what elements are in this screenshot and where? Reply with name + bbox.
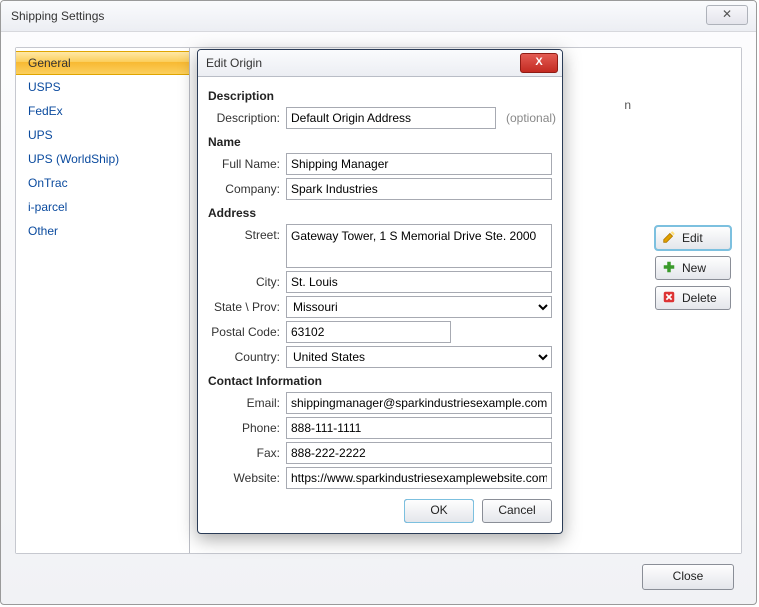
dialog-title: Edit Origin: [206, 56, 262, 70]
sidebar-item-ups-worldship[interactable]: UPS (WorldShip): [16, 147, 189, 171]
postal-label: Postal Code:: [208, 325, 280, 339]
optional-text: (optional): [506, 111, 556, 125]
company-label: Company:: [208, 182, 280, 196]
sidebar-item-other[interactable]: Other: [16, 219, 189, 243]
email-input[interactable]: [286, 392, 552, 414]
new-button-label: New: [682, 261, 706, 275]
sidebar-item-fedex[interactable]: FedEx: [16, 99, 189, 123]
description-input[interactable]: [286, 107, 496, 129]
email-label: Email:: [208, 396, 280, 410]
edit-button-label: Edit: [682, 231, 703, 245]
delete-icon: [662, 290, 676, 307]
plus-icon: [662, 260, 676, 277]
cancel-button[interactable]: Cancel: [482, 499, 552, 523]
city-input[interactable]: [286, 271, 552, 293]
sidebar-item-general[interactable]: General: [16, 51, 189, 75]
postal-input[interactable]: [286, 321, 451, 343]
sidebar: General USPS FedEx UPS UPS (WorldShip) O…: [16, 48, 190, 553]
company-input[interactable]: [286, 178, 552, 200]
ok-button[interactable]: OK: [404, 499, 474, 523]
city-label: City:: [208, 275, 280, 289]
section-description-title: Description: [208, 89, 552, 103]
sidebar-item-ups[interactable]: UPS: [16, 123, 189, 147]
delete-button-label: Delete: [682, 291, 717, 305]
country-label: Country:: [208, 350, 280, 364]
sidebar-item-ontrac[interactable]: OnTrac: [16, 171, 189, 195]
dialog-close-button[interactable]: X: [520, 53, 558, 73]
website-label: Website:: [208, 471, 280, 485]
window-title: Shipping Settings: [11, 9, 104, 23]
pencil-icon: [662, 230, 676, 247]
sidebar-item-usps[interactable]: USPS: [16, 75, 189, 99]
origin-actions: Edit New Delete: [655, 226, 731, 310]
edit-button[interactable]: Edit: [655, 226, 731, 250]
dialog-titlebar: Edit Origin X: [198, 50, 562, 77]
section-address-title: Address: [208, 206, 552, 220]
section-contact-title: Contact Information: [208, 374, 552, 388]
website-input[interactable]: [286, 467, 552, 489]
state-label: State \ Prov:: [208, 300, 280, 314]
fax-input[interactable]: [286, 442, 552, 464]
window-titlebar: Shipping Settings ✕: [1, 1, 756, 32]
phone-input[interactable]: [286, 417, 552, 439]
new-button[interactable]: New: [655, 256, 731, 280]
section-name-title: Name: [208, 135, 552, 149]
fullname-input[interactable]: [286, 153, 552, 175]
delete-button[interactable]: Delete: [655, 286, 731, 310]
dialog-buttons: OK Cancel: [208, 499, 552, 523]
dialog-body: Description Description: (optional) Name…: [198, 77, 562, 533]
sidebar-item-iparcel[interactable]: i-parcel: [16, 195, 189, 219]
shipping-settings-window: Shipping Settings ✕ General USPS FedEx U…: [0, 0, 757, 605]
street-label: Street:: [208, 224, 280, 242]
street-input[interactable]: [286, 224, 552, 268]
background-text: n: [624, 98, 631, 112]
state-select[interactable]: Missouri: [286, 296, 552, 318]
phone-label: Phone:: [208, 421, 280, 435]
close-button[interactable]: Close: [642, 564, 734, 590]
description-label: Description:: [208, 111, 280, 125]
edit-origin-dialog: Edit Origin X Description Description: (…: [197, 49, 563, 534]
country-select[interactable]: United States: [286, 346, 552, 368]
fullname-label: Full Name:: [208, 157, 280, 171]
window-close-button[interactable]: ✕: [706, 5, 748, 25]
fax-label: Fax:: [208, 446, 280, 460]
